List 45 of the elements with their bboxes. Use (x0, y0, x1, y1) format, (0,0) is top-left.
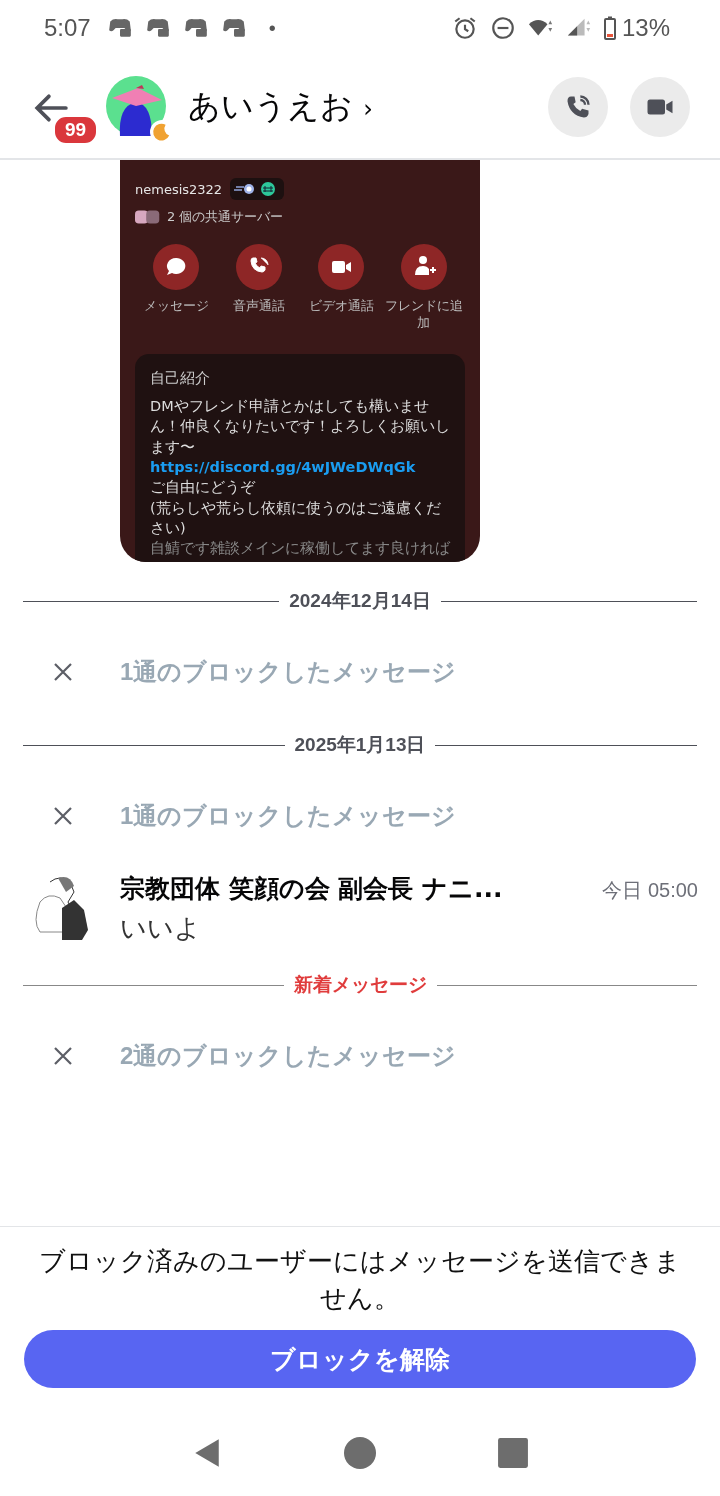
date-divider-label: 2025年1月13日 (294, 733, 426, 757)
message-text: いいよ (120, 912, 202, 945)
profile-badges-icon (230, 178, 285, 200)
unblock-button[interactable]: ブロックを解除 (24, 1330, 696, 1388)
clock-time: 5:07 (44, 14, 91, 42)
chat-notification-icon (106, 17, 133, 39)
battery-icon (603, 16, 616, 40)
profile-username: nemesis2322 (135, 181, 223, 197)
bio-heading: 自己紹介 (150, 368, 211, 388)
chat-bubble-icon[interactable] (153, 244, 200, 290)
close-icon[interactable] (53, 662, 73, 682)
phone-icon[interactable] (235, 244, 282, 290)
action-label: メッセージ (142, 298, 210, 315)
blocked-messages-toggle[interactable]: 2通のブロックしたメッセージ (120, 1040, 457, 1072)
close-icon[interactable] (53, 806, 73, 826)
do-not-disturb-icon (489, 15, 516, 41)
close-icon[interactable] (53, 1046, 73, 1066)
mutual-servers: 2 個の共通サーバー (167, 208, 284, 226)
home-circle-icon[interactable] (344, 1437, 376, 1469)
message-timestamp: 今日 05:00 (602, 878, 698, 903)
bio-text: DMやフレンド申請とかはしても構いません！仲良くなりたいです！よろしくお願いします〜 (150, 397, 450, 457)
bio-text: 自鯖です雑談メインに稼働してます良ければ (150, 539, 450, 559)
back-arrow-icon[interactable] (34, 93, 68, 123)
date-divider-label: 2024年12月14日 (289, 589, 431, 613)
bio-text: (荒らしや荒らし依頼に使うのはご遠慮ください) (150, 498, 442, 538)
more-notifications-dot: • (268, 16, 276, 40)
action-label: 音声通話 (231, 298, 286, 315)
camera-icon[interactable] (318, 244, 365, 290)
bio-text: ご自由にどうぞ (150, 478, 257, 498)
action-label: フレンドに追加 (383, 298, 464, 332)
channel-title[interactable]: あいうえお › (188, 85, 373, 129)
add-person-icon[interactable] (400, 244, 447, 290)
avatar-drawing[interactable] (106, 76, 166, 136)
new-messages-label: 新着メッセージ (293, 973, 427, 997)
chat-notification-icon (182, 17, 209, 39)
author-name[interactable]: 宗教団体 笑顔の会 副会長 ナニ... (120, 872, 503, 905)
recents-square-icon[interactable] (497, 1437, 530, 1469)
battery-percent: 13% (621, 14, 670, 42)
invite-link[interactable]: https://discord.gg/4wJWeDWqGk (150, 456, 450, 478)
blocked-messages-toggle[interactable]: 1通のブロックしたメッセージ (120, 656, 457, 688)
blocked-notice: ブロック済みのユーザーにはメッセージを送信できません。 (38, 1245, 682, 1315)
action-label: ビデオ通話 (307, 298, 375, 315)
chat-notification-icon (220, 17, 247, 39)
chat-notification-icon (144, 17, 171, 39)
blocked-messages-toggle[interactable]: 1通のブロックしたメッセージ (120, 800, 457, 832)
